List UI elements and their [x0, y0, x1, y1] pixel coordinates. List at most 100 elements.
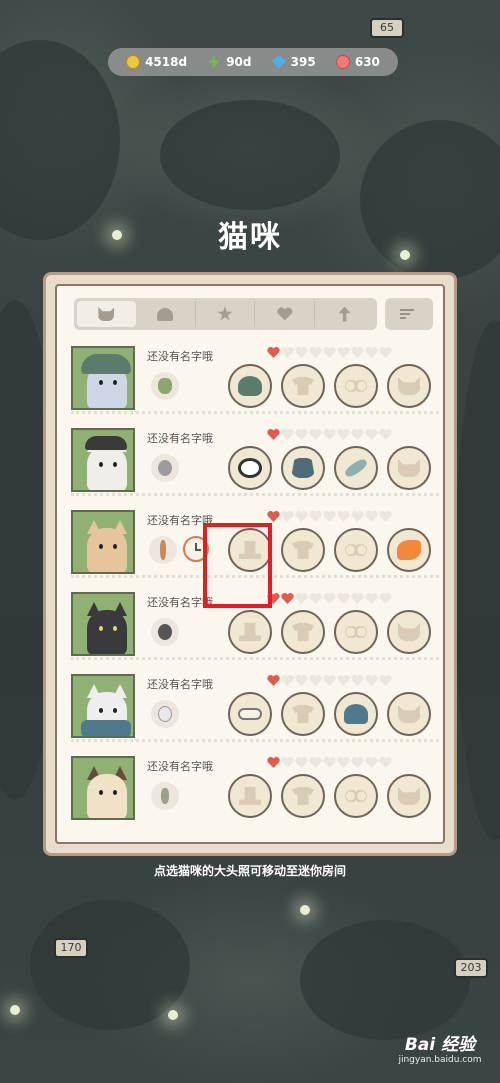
heart-icon [337, 592, 350, 604]
heart-icon [337, 674, 350, 686]
heart-icon [351, 756, 364, 768]
hat-slot[interactable] [228, 446, 272, 490]
watermark: Bai 经验 jingyan.baidu.com [380, 1030, 500, 1065]
favorite-food [151, 372, 179, 400]
cat-avatar[interactable] [71, 674, 135, 738]
glasses-icon [345, 544, 367, 556]
favorite-food [151, 782, 179, 810]
favorite-food [151, 454, 179, 482]
heart-icon [267, 346, 280, 358]
fish-icon [335, 55, 350, 69]
cat-row: 还没有名字哦 [71, 342, 439, 414]
fish-value: 630 [354, 55, 380, 69]
garlic-icon [158, 706, 172, 722]
cat-face-icon [398, 705, 420, 723]
glasses-icon [345, 626, 367, 638]
highlight-annotation [203, 523, 272, 608]
glasses-slot[interactable] [334, 692, 378, 736]
glasses-slot[interactable] [334, 364, 378, 408]
tab-chef[interactable] [136, 301, 196, 327]
affection-hearts [267, 346, 392, 358]
tab-star[interactable] [196, 301, 256, 327]
shirt-slot[interactable] [281, 774, 325, 818]
sort-button[interactable] [385, 298, 433, 330]
star-icon [217, 306, 233, 321]
heart-icon [365, 346, 378, 358]
tab-level[interactable] [315, 301, 374, 327]
heart-icon [365, 756, 378, 768]
cat-avatar[interactable] [71, 346, 135, 410]
cat-avatar[interactable] [71, 756, 135, 820]
face-slot[interactable] [387, 692, 431, 736]
heart-icon [277, 307, 293, 322]
cat-row: 还没有名字哦 [71, 752, 439, 824]
hat-slot[interactable] [228, 774, 272, 818]
energy-icon [208, 55, 220, 69]
heart-icon [267, 756, 280, 768]
shirt-slot[interactable] [281, 364, 325, 408]
tab-heart[interactable] [255, 301, 316, 327]
heart-icon [295, 674, 308, 686]
shirt-slot[interactable] [281, 528, 325, 572]
cat-face-icon [398, 377, 420, 395]
face-slot[interactable] [387, 528, 431, 572]
glasses-slot[interactable] [334, 610, 378, 654]
heart-icon [351, 346, 364, 358]
heart-icon [365, 510, 378, 522]
glasses-icon [345, 790, 367, 802]
hat-slot[interactable] [228, 364, 272, 408]
coin-value: 4518d [145, 55, 188, 69]
shirt-slot[interactable] [281, 610, 325, 654]
heart-icon [323, 674, 336, 686]
shirt-icon [292, 541, 314, 559]
glasses-slot[interactable] [334, 774, 378, 818]
heart-icon [295, 510, 308, 522]
heart-icon [379, 510, 392, 522]
hat-slot[interactable] [228, 692, 272, 736]
glasses-slot[interactable] [334, 446, 378, 490]
sort-icon [400, 308, 418, 320]
heart-icon [309, 674, 322, 686]
gem-value: 395 [290, 55, 316, 69]
affection-hearts [267, 756, 392, 768]
heart-icon [323, 592, 336, 604]
affection-hearts [267, 592, 392, 604]
heart-icon [365, 428, 378, 440]
shirt-icon [292, 787, 314, 805]
face-slot[interactable] [387, 610, 431, 654]
fish-counter: 630 [335, 55, 380, 69]
cat-face-icon [398, 459, 420, 477]
heart-icon [309, 428, 322, 440]
wheat-icon [161, 788, 169, 804]
cat-avatar[interactable] [71, 510, 135, 574]
heart-icon [281, 756, 294, 768]
shirt-slot[interactable] [281, 446, 325, 490]
face-slot[interactable] [387, 774, 431, 818]
herb-icon [158, 378, 172, 394]
fish-bag-icon [158, 624, 172, 640]
heart-icon [337, 428, 350, 440]
glasses-slot[interactable] [334, 528, 378, 572]
heart-icon [281, 674, 294, 686]
face-slot[interactable] [387, 446, 431, 490]
shirt-icon [292, 705, 314, 723]
background-sign: 65 [370, 18, 404, 38]
panda-mask-icon [238, 458, 262, 478]
heart-icon [379, 346, 392, 358]
cat-avatar[interactable] [71, 592, 135, 656]
cat-name: 还没有名字哦 [147, 432, 213, 445]
cat-name: 还没有名字哦 [147, 350, 213, 363]
cat-row: 还没有名字哦 [71, 424, 439, 496]
coin-counter: 4518d [126, 55, 187, 69]
tab-cats[interactable] [77, 301, 136, 327]
shirt-icon [292, 377, 314, 395]
face-slot[interactable] [387, 364, 431, 408]
cat-icon [98, 307, 115, 321]
hat-slot[interactable] [228, 610, 272, 654]
affection-hearts [267, 674, 392, 686]
cat-avatar[interactable] [71, 428, 135, 492]
heart-icon [281, 346, 294, 358]
shirt-slot[interactable] [281, 692, 325, 736]
gem-counter: 395 [271, 55, 316, 69]
heart-icon [351, 592, 364, 604]
